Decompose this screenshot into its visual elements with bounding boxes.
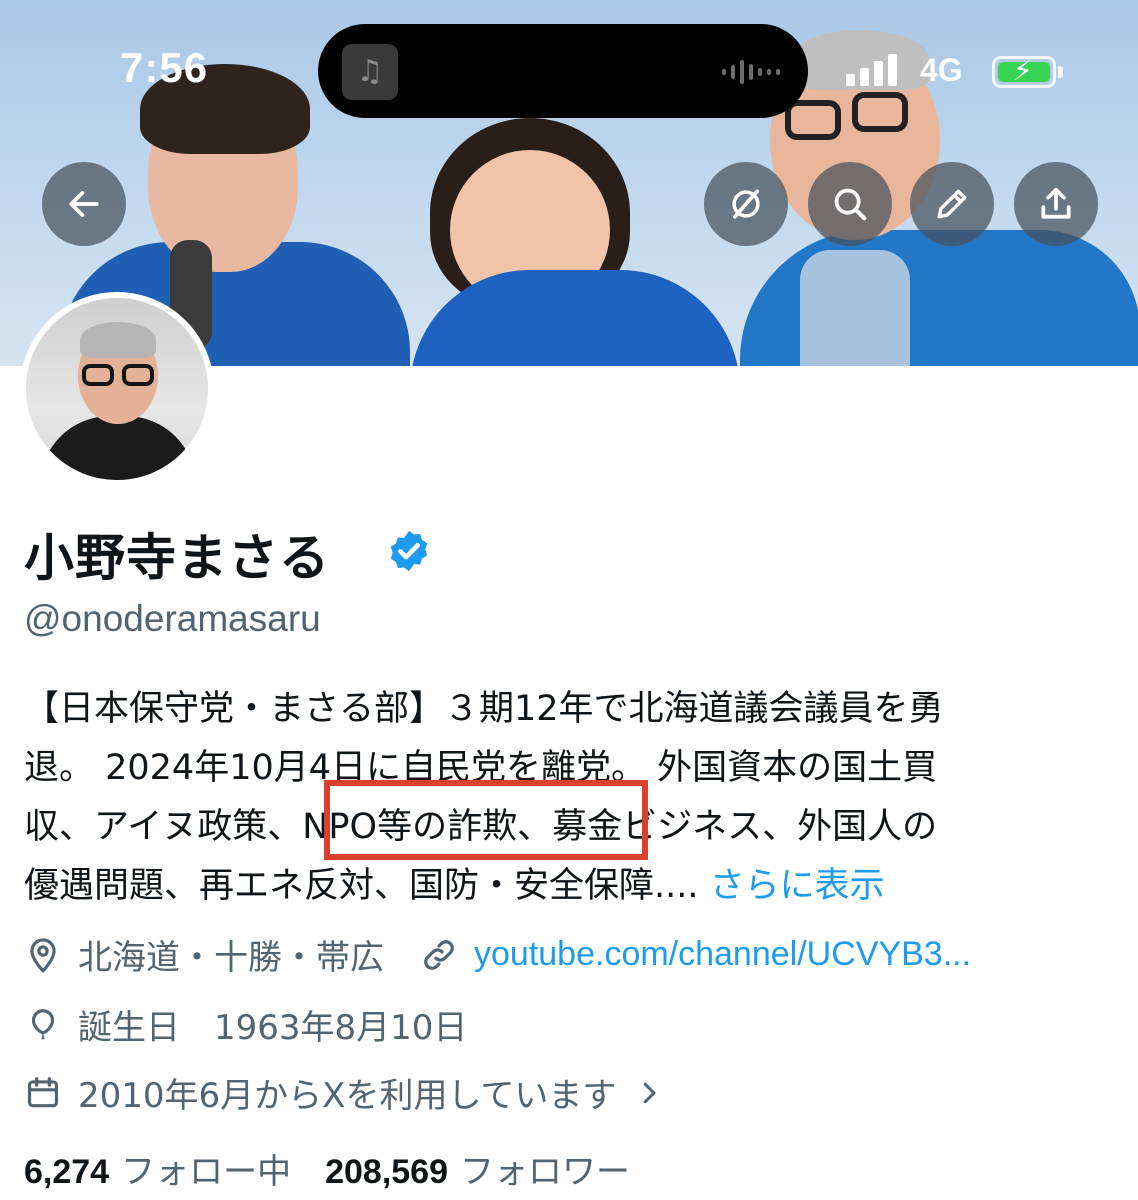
- verified-badge-icon[interactable]: [386, 528, 432, 574]
- share-button[interactable]: [1014, 162, 1098, 246]
- slash-circle-icon: [732, 189, 760, 219]
- music-note-icon: ♫: [342, 44, 398, 100]
- search-button[interactable]: [808, 162, 892, 246]
- edit-button[interactable]: [910, 162, 994, 246]
- charging-bolt-icon: ⚡: [1013, 54, 1033, 87]
- website-link[interactable]: youtube.com/channel/UCVYB3...: [474, 935, 971, 974]
- grok-button[interactable]: [704, 162, 788, 246]
- birthday-text: 誕生日 1963年8月10日: [78, 1008, 468, 1048]
- bio-line-text: 優遇問題、再エネ反対、国防・安全保障....: [24, 866, 699, 906]
- following-label[interactable]: フォロー中: [121, 1144, 291, 1193]
- cellular-signal-icon: [846, 52, 897, 86]
- display-name: 小野寺まさる: [24, 529, 330, 587]
- pencil-icon: [937, 189, 967, 219]
- joined-text: 2010年6月からXを利用しています: [78, 1076, 617, 1116]
- location-text: 北海道・十勝・帯広: [78, 938, 384, 978]
- profile-meta-location-row: 北海道・十勝・帯広 youtube.com/channel/UCVYB3...: [24, 930, 971, 979]
- avatar-photo-shape: [122, 364, 154, 386]
- status-time: 7:56: [120, 44, 209, 91]
- bio-line-last: 優遇問題、再エネ反対、国防・安全保障.... さらに表示: [24, 857, 1124, 916]
- location-pin-icon: [30, 937, 56, 973]
- audio-wave-icon: [722, 58, 780, 86]
- dynamic-island[interactable]: ♫: [318, 24, 808, 118]
- avatar-photo: [26, 298, 208, 480]
- arrow-left-icon: [69, 191, 99, 217]
- following-count[interactable]: 6,274: [24, 1153, 109, 1192]
- user-handle: @onoderamasaru: [24, 598, 321, 639]
- avatar[interactable]: [20, 292, 214, 486]
- share-icon: [1041, 187, 1071, 219]
- back-button[interactable]: [42, 162, 126, 246]
- banner-photo-shape: [800, 250, 910, 366]
- calendar-icon: [27, 1076, 59, 1107]
- network-type: 4G: [920, 52, 963, 88]
- bio-line: 【日本保守党・まさる部】３期12年で北海道議会議員を勇: [24, 689, 944, 729]
- banner-photo-shape: [852, 92, 908, 132]
- highlight-annotation-box: [324, 780, 648, 860]
- followers-label[interactable]: フォロワー: [460, 1144, 630, 1193]
- chevron-right-icon: [644, 1082, 656, 1103]
- profile-meta-birthday-row: 誕生日 1963年8月10日: [24, 1000, 467, 1049]
- avatar-photo-shape: [80, 322, 156, 358]
- balloon-icon: [31, 1008, 55, 1039]
- link-icon: [424, 939, 454, 970]
- follow-stats: 6,274 フォロー中 208,569 フォロワー: [24, 1144, 664, 1193]
- battery-cap: [1058, 66, 1063, 78]
- avatar-photo-shape: [40, 416, 196, 480]
- avatar-photo-shape: [82, 364, 114, 386]
- show-more-link[interactable]: さらに表示: [710, 866, 885, 906]
- search-icon: [834, 188, 867, 221]
- banner-photo-shape: [785, 100, 841, 140]
- followers-count[interactable]: 208,569: [325, 1153, 448, 1192]
- battery-icon: ⚡: [992, 54, 1056, 88]
- profile-meta-joined-row[interactable]: 2010年6月からXを利用しています: [24, 1068, 680, 1117]
